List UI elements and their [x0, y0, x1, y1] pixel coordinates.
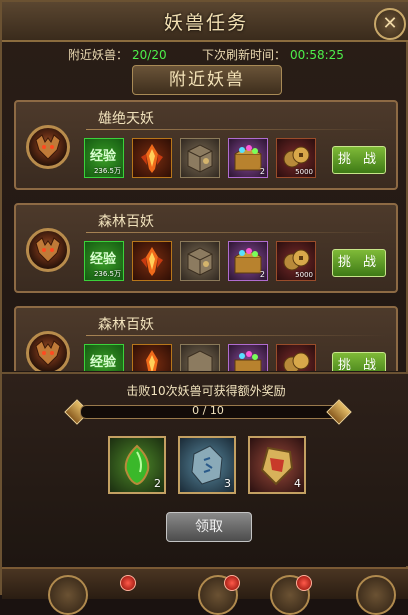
challenge-button[interactable]: 挑 战 — [332, 146, 386, 174]
progress-text: 0 / 10 — [192, 404, 224, 417]
fire-crystal-icon[interactable] — [132, 344, 172, 371]
nav-button[interactable] — [356, 575, 396, 615]
nearby-count: 附近妖兽： 20/20 — [68, 46, 167, 63]
item-count: 236.5万 — [93, 167, 121, 175]
refresh-value: 00:58:25 — [290, 48, 344, 62]
nearby-label: 附近妖兽： — [68, 48, 129, 62]
monster-name: 森林百妖 — [98, 214, 154, 230]
close-icon: ✕ — [382, 13, 398, 34]
bonus-reward-panel: 击败10次妖兽可获得额外奖励 0 / 10 2 3 4 领取 — [2, 372, 408, 566]
monster-portrait-icon — [26, 331, 70, 371]
refresh-timer: 下次刷新时间： 00:58:25 — [202, 46, 344, 63]
item-count: 4 — [294, 477, 301, 490]
rune-stone-icon[interactable]: 3 — [178, 436, 236, 494]
monster-portrait-icon — [26, 228, 70, 272]
challenge-button[interactable]: 挑 战 — [332, 249, 386, 277]
section-header: 附近妖兽 — [132, 65, 282, 95]
item-count: 5000 — [295, 271, 313, 279]
exp-icon[interactable]: 经验 236.5万 — [84, 138, 124, 178]
item-count: 2 — [154, 477, 161, 490]
window-title: 妖兽任务 — [163, 12, 248, 34]
notification-dot-icon — [120, 575, 136, 591]
notification-dot-icon — [296, 575, 312, 591]
item-count: 2 — [259, 167, 265, 176]
claim-button[interactable]: 领取 — [166, 512, 252, 542]
name-divider — [86, 335, 386, 336]
monster-portrait-icon — [26, 125, 70, 169]
exp-icon[interactable]: 经验 — [84, 344, 124, 371]
exp-icon[interactable]: 经验 236.5万 — [84, 241, 124, 281]
bottom-nav-bar — [2, 567, 408, 615]
monster-card: 森林百妖 经验 挑 战 — [14, 306, 398, 371]
item-count: 5000 — [295, 168, 313, 176]
gem-chest-icon[interactable] — [228, 344, 268, 371]
monster-list[interactable]: 雄绝天妖 经验 236.5万 2 5000 挑 战 森林百妖 经验 236.5万… — [10, 96, 402, 371]
coin-icon[interactable] — [276, 344, 316, 371]
nearby-value: 20/20 — [132, 48, 167, 62]
coin-icon[interactable]: 5000 — [276, 241, 316, 281]
nav-button[interactable] — [48, 575, 88, 615]
item-count: 236.5万 — [93, 270, 121, 278]
challenge-button[interactable]: 挑 战 — [332, 352, 386, 371]
name-divider — [86, 232, 386, 233]
green-gem-icon[interactable]: 2 — [108, 436, 166, 494]
gem-chest-icon[interactable]: 2 — [228, 241, 268, 281]
title-bar: 妖兽任务 ✕ — [2, 2, 408, 42]
stone-box-icon[interactable] — [180, 344, 220, 371]
badge-icon[interactable]: 4 — [248, 436, 306, 494]
fire-crystal-icon[interactable] — [132, 138, 172, 178]
bonus-reward-title: 击败10次妖兽可获得额外奖励 — [126, 384, 286, 398]
item-count: 3 — [224, 477, 231, 490]
monster-name: 森林百妖 — [98, 317, 154, 333]
info-line: 附近妖兽： 20/20 下次刷新时间： 00:58:25 — [8, 42, 400, 64]
name-divider — [86, 129, 386, 130]
gem-chest-icon[interactable]: 2 — [228, 138, 268, 178]
coin-icon[interactable]: 5000 — [276, 138, 316, 178]
close-button[interactable]: ✕ — [374, 8, 406, 40]
monster-card: 森林百妖 经验 236.5万 2 5000 挑 战 — [14, 203, 398, 293]
bonus-progress: 0 / 10 — [64, 399, 352, 425]
stone-box-icon[interactable] — [180, 241, 220, 281]
monster-name: 雄绝天妖 — [98, 111, 154, 127]
refresh-label: 下次刷新时间： — [202, 48, 287, 62]
window-frame: 妖兽任务 ✕ 附近妖兽： 20/20 下次刷新时间： 00:58:25 附近妖兽 雄… — [0, 0, 408, 615]
item-count: 2 — [259, 270, 265, 279]
fire-crystal-icon[interactable] — [132, 241, 172, 281]
notification-dot-icon — [224, 575, 240, 591]
monster-card: 雄绝天妖 经验 236.5万 2 5000 挑 战 — [14, 100, 398, 190]
stone-box-icon[interactable] — [180, 138, 220, 178]
